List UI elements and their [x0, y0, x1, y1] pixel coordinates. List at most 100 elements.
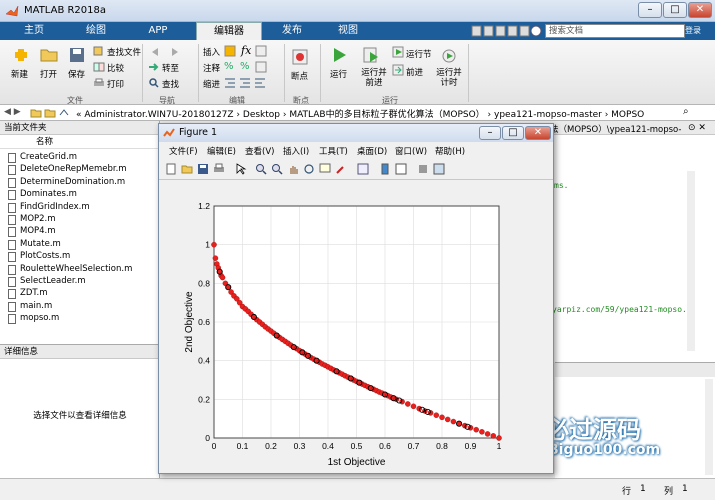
file-list-item[interactable]: ZDT.m	[8, 288, 48, 300]
find-files-button[interactable]: 查找文件	[107, 46, 141, 58]
zoom-in-icon[interactable]	[255, 163, 267, 175]
file-list-item[interactable]: Mutate.m	[8, 239, 61, 250]
file-list-item[interactable]: RouletteWheelSelection.m	[8, 264, 132, 275]
indent-tools-icon[interactable]	[224, 77, 266, 89]
figure-menu-item[interactable]: 桌面(D)	[357, 145, 387, 157]
filled-circle-point	[444, 416, 451, 423]
uncomment-icon[interactable]: %	[240, 61, 250, 72]
insert-menu-icon[interactable]	[255, 45, 267, 57]
comment-button[interactable]: 注释	[203, 62, 220, 74]
zoom-out-icon[interactable]	[271, 163, 283, 175]
wrap-comments-icon[interactable]	[255, 61, 267, 73]
hide-plot-tools-icon[interactable]	[417, 163, 429, 175]
tab-apps[interactable]: APP	[134, 22, 182, 40]
y-tick-label: 0.2	[198, 394, 210, 404]
file-list-item[interactable]: PlotCosts.m	[8, 251, 70, 263]
login-link[interactable]: 登录	[685, 24, 713, 38]
address-search-icon[interactable]: ⌕	[683, 106, 689, 117]
show-plot-tools-icon[interactable]	[433, 163, 445, 175]
editor-scrollbar[interactable]	[687, 171, 695, 351]
goto-button[interactable]: 转至	[162, 62, 179, 74]
file-list-item[interactable]: Dominates.m	[8, 189, 77, 201]
close-button[interactable]: ✕	[688, 2, 712, 18]
print-figure-icon[interactable]	[213, 163, 225, 175]
pan-icon[interactable]	[287, 163, 299, 175]
print-button[interactable]: 打印	[107, 78, 124, 90]
figure-close-button[interactable]: ✕	[525, 126, 551, 140]
tab-publish[interactable]: 发布	[268, 22, 316, 40]
figure-menu-item[interactable]: 插入(I)	[283, 145, 309, 157]
nav-arrows-icon[interactable]: ◀ ▶	[4, 107, 21, 117]
file-list-item[interactable]: MOP4.m	[8, 226, 56, 238]
save-figure-icon[interactable]	[197, 163, 209, 175]
divider	[284, 44, 285, 102]
save-button[interactable]: 保存	[68, 68, 85, 80]
legend-icon[interactable]	[395, 163, 407, 175]
rotate-3d-icon[interactable]	[303, 163, 315, 175]
x-tick-label: 1	[497, 441, 502, 451]
address-bar[interactable]: ◀ ▶ « Administrator.WIN7U-20180127Z › De…	[0, 105, 715, 121]
name-column-header[interactable]: 名称	[0, 135, 159, 149]
back-forward-icon[interactable]	[150, 46, 180, 58]
insert-button[interactable]: 插入	[203, 46, 220, 58]
file-list-item[interactable]: SelectLeader.m	[8, 276, 86, 287]
open-file-icon[interactable]	[181, 163, 193, 175]
figure-window[interactable]: Figure 1 – □ ✕ 文件(F) 编辑(E) 查看(V) 插入(I) 工具(T)…	[158, 123, 554, 474]
run-section-button[interactable]: 运行节	[406, 48, 432, 60]
brush-icon[interactable]	[335, 163, 347, 175]
file-list-item[interactable]: CreateGrid.m	[8, 152, 77, 163]
open-button[interactable]: 打开	[40, 68, 57, 80]
figure-menu-item[interactable]: 工具(T)	[319, 145, 348, 157]
pointer-icon[interactable]	[235, 163, 247, 175]
editor-path: 法（MOPSO）\ypea121-mopso-	[550, 125, 682, 135]
m-file-icon	[8, 239, 16, 250]
run-icon	[334, 48, 346, 62]
file-list-item[interactable]: MOP2.m	[8, 214, 56, 225]
new-figure-icon[interactable]	[165, 163, 177, 175]
insert-function-icon[interactable]: fx	[241, 44, 251, 57]
percent-comment-icon[interactable]: %	[224, 61, 234, 72]
colorbar-icon[interactable]	[379, 163, 391, 175]
compare-button[interactable]: 比较	[107, 62, 124, 74]
file-list-item[interactable]: DeleteOneRepMemebr.m	[8, 164, 127, 176]
insert-block-icon[interactable]	[224, 45, 236, 57]
x-tick-label: 0.7	[408, 441, 420, 451]
editor-window-buttons-icon[interactable]: ⊙ ✕	[688, 123, 706, 133]
row-value: 1	[640, 484, 646, 494]
tab-plots[interactable]: 绘图	[72, 22, 120, 40]
maximize-button[interactable]: □	[663, 2, 687, 18]
file-list-item[interactable]: FindGridIndex.m	[8, 202, 90, 213]
minimize-button[interactable]: –	[638, 2, 662, 18]
file-list-item[interactable]: DetermineDomination.m	[8, 177, 125, 188]
figure-menu-item[interactable]: 查看(V)	[245, 145, 274, 157]
figure-menu-item[interactable]: 编辑(E)	[207, 145, 236, 157]
indent-button[interactable]: 缩进	[203, 78, 220, 90]
figure-menu-item[interactable]: 帮助(H)	[435, 145, 465, 157]
run-and-time-button[interactable]: 运行并计时	[436, 68, 462, 88]
run-advance-button[interactable]: 运行并前进	[361, 68, 387, 88]
figure-maximize-button[interactable]: □	[502, 126, 524, 140]
figure-menu-item[interactable]: 窗口(W)	[395, 145, 427, 157]
tab-editor[interactable]: 编辑器	[196, 22, 262, 40]
scatter-chart[interactable]: 0 0.1 0.2 0.3 0.4 0.5 0.6 0.7 0.8 0.9 1 0 0.2 0.4 0.6 0…	[159, 182, 553, 473]
link-plot-icon[interactable]	[357, 163, 369, 175]
tab-home[interactable]: 主页	[10, 22, 58, 40]
figure-minimize-button[interactable]: –	[479, 126, 501, 140]
run-button[interactable]: 运行	[330, 68, 347, 80]
path-breadcrumb[interactable]: « Administrator.WIN7U-20180127Z › Deskto…	[76, 107, 644, 120]
filled-circle-point	[473, 426, 479, 433]
breakpoints-button[interactable]: 断点	[291, 70, 308, 82]
quick-access-toolbar[interactable]	[470, 24, 545, 38]
command-scrollbar[interactable]	[705, 379, 713, 475]
search-docs-input[interactable]: 搜索文档	[545, 24, 685, 38]
file-list-item[interactable]: mopso.m	[8, 313, 59, 325]
data-cursor-icon[interactable]	[319, 163, 331, 175]
advance-button[interactable]: 前进	[406, 66, 423, 78]
m-file-icon	[8, 190, 16, 201]
folder-nav-icon[interactable]	[30, 107, 70, 119]
find-button[interactable]: 查找	[162, 78, 179, 90]
file-list-item[interactable]: main.m	[8, 301, 52, 312]
tab-view[interactable]: 视图	[324, 22, 372, 40]
new-button[interactable]: 新建	[11, 68, 28, 80]
figure-menu-item[interactable]: 文件(F)	[169, 145, 198, 157]
